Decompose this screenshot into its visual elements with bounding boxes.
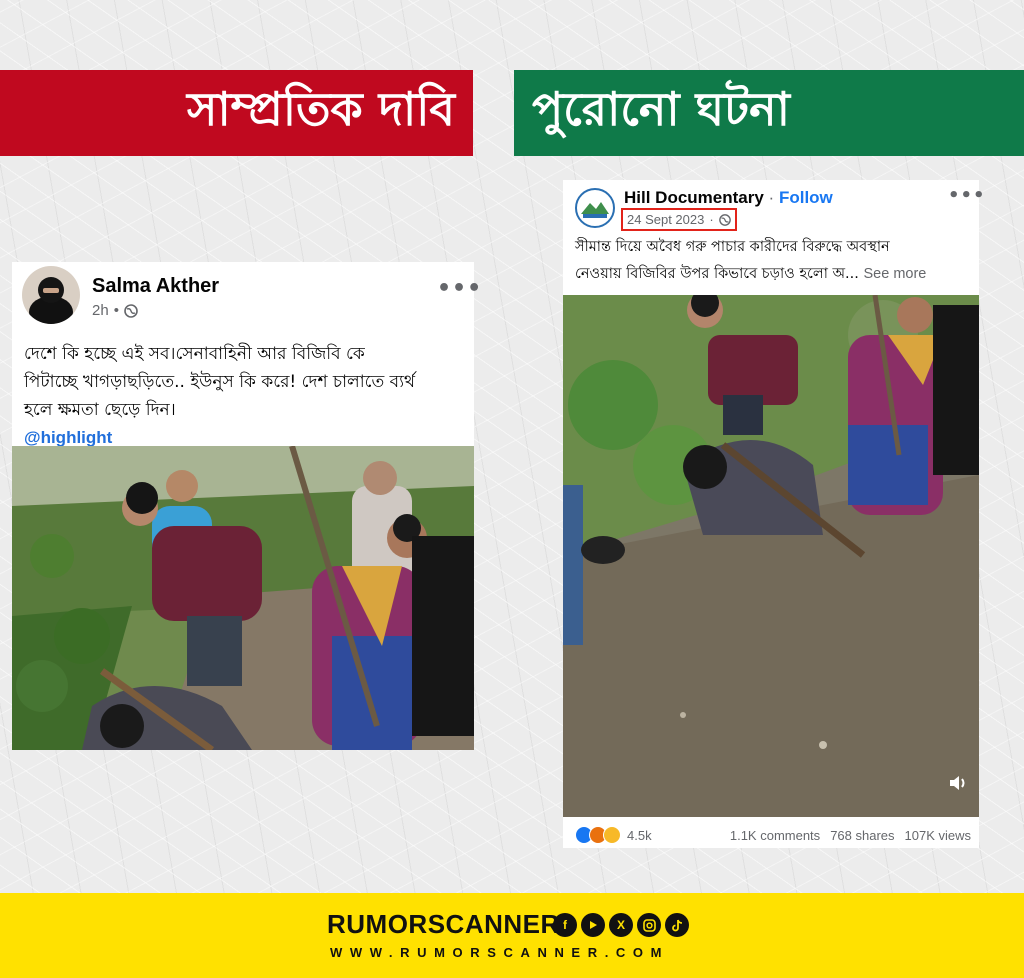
original-post-card: Hill Documentary · Follow 24 Sept 2023 ·… bbox=[563, 180, 985, 848]
reaction-count[interactable]: 4.5k bbox=[627, 828, 652, 843]
website-url[interactable]: WWW.RUMORSCANNER.COM bbox=[330, 945, 669, 960]
post-text: দেশে কি হচ্ছে এই সব।সেনাবাহিনী আর বিজিবি… bbox=[24, 340, 464, 452]
reaction-icons[interactable] bbox=[575, 826, 621, 844]
recent-claim-title: সাম্প্রতিক দাবি bbox=[187, 82, 455, 136]
name-separator: · bbox=[768, 188, 775, 207]
post-text: সীমান্ত দিয়ে অবৈধ গরু পাচার কারীদের বির… bbox=[575, 234, 975, 288]
post-text-line-2: নেওয়ায় বিজিবির উপর কিভাবে চড়াও হলো অ.… bbox=[575, 261, 975, 288]
post-text-line: পিটাচ্ছে খাগড়াছড়িতে.. ইউনুস কি করে! দে… bbox=[24, 372, 416, 392]
post-time[interactable]: 2h bbox=[92, 302, 109, 319]
share-count[interactable]: 768 shares bbox=[830, 828, 894, 843]
post-video[interactable] bbox=[563, 295, 979, 817]
see-more-link[interactable]: See more bbox=[864, 266, 927, 282]
meta-dot: • bbox=[113, 302, 119, 319]
volume-icon[interactable] bbox=[947, 772, 969, 794]
post-text-line: দেশে কি হচ্ছে এই সব।সেনাবাহিনী আর বিজিবি… bbox=[24, 344, 365, 364]
recent-claim-banner: সাম্প্রতিক দাবি bbox=[0, 70, 473, 156]
author-avatar[interactable] bbox=[22, 266, 80, 324]
globe-icon bbox=[124, 303, 138, 318]
engagement-bar: 4.5k 1.1K comments 768 shares 107K views bbox=[575, 826, 971, 844]
x-icon[interactable]: X bbox=[609, 913, 633, 937]
youtube-icon[interactable] bbox=[581, 913, 605, 937]
follow-button[interactable]: Follow bbox=[779, 188, 833, 207]
claim-post-card: Salma Akther 2h • ••• দেশে কি হচ্ছে এই স… bbox=[12, 262, 481, 750]
more-options-button[interactable]: ••• bbox=[437, 278, 482, 300]
post-date-highlight: 24 Sept 2023 · bbox=[621, 208, 737, 231]
haha-icon bbox=[603, 826, 621, 844]
meta-dot: · bbox=[709, 212, 714, 227]
page-name[interactable]: Hill Documentary bbox=[624, 188, 764, 207]
old-incident-banner: পুরোনো ঘটনা bbox=[514, 70, 1024, 156]
comment-count[interactable]: 1.1K comments bbox=[730, 828, 820, 843]
post-date[interactable]: 24 Sept 2023 bbox=[627, 212, 704, 227]
instagram-icon[interactable] bbox=[637, 913, 661, 937]
footer-bar: RUMORSCANNER f X WWW.RUMORSCANNER.COM bbox=[0, 893, 1024, 978]
facebook-icon[interactable]: f bbox=[553, 913, 577, 937]
post-text-truncated: নেওয়ায় বিজিবির উপর কিভাবে চড়াও হলো অ.… bbox=[575, 266, 859, 282]
globe-icon bbox=[718, 213, 731, 226]
page-name-row: Hill Documentary · Follow bbox=[624, 188, 833, 208]
view-count[interactable]: 107K views bbox=[905, 828, 971, 843]
post-text-line: হলে ক্ষমতা ছেড়ে দিন। bbox=[24, 400, 176, 420]
old-incident-title: পুরোনো ঘটনা bbox=[532, 82, 790, 136]
more-options-button[interactable]: ••• bbox=[948, 187, 986, 205]
post-photo[interactable] bbox=[12, 446, 474, 750]
brand-name: RUMORSCANNER bbox=[327, 909, 560, 939]
post-meta: 2h • bbox=[92, 302, 138, 319]
post-text-line: সীমান্ত দিয়ে অবৈধ গরু পাচার কারীদের বির… bbox=[575, 239, 890, 255]
author-name[interactable]: Salma Akther bbox=[92, 275, 219, 298]
page-avatar[interactable] bbox=[575, 188, 615, 228]
tiktok-icon[interactable] bbox=[665, 913, 689, 937]
